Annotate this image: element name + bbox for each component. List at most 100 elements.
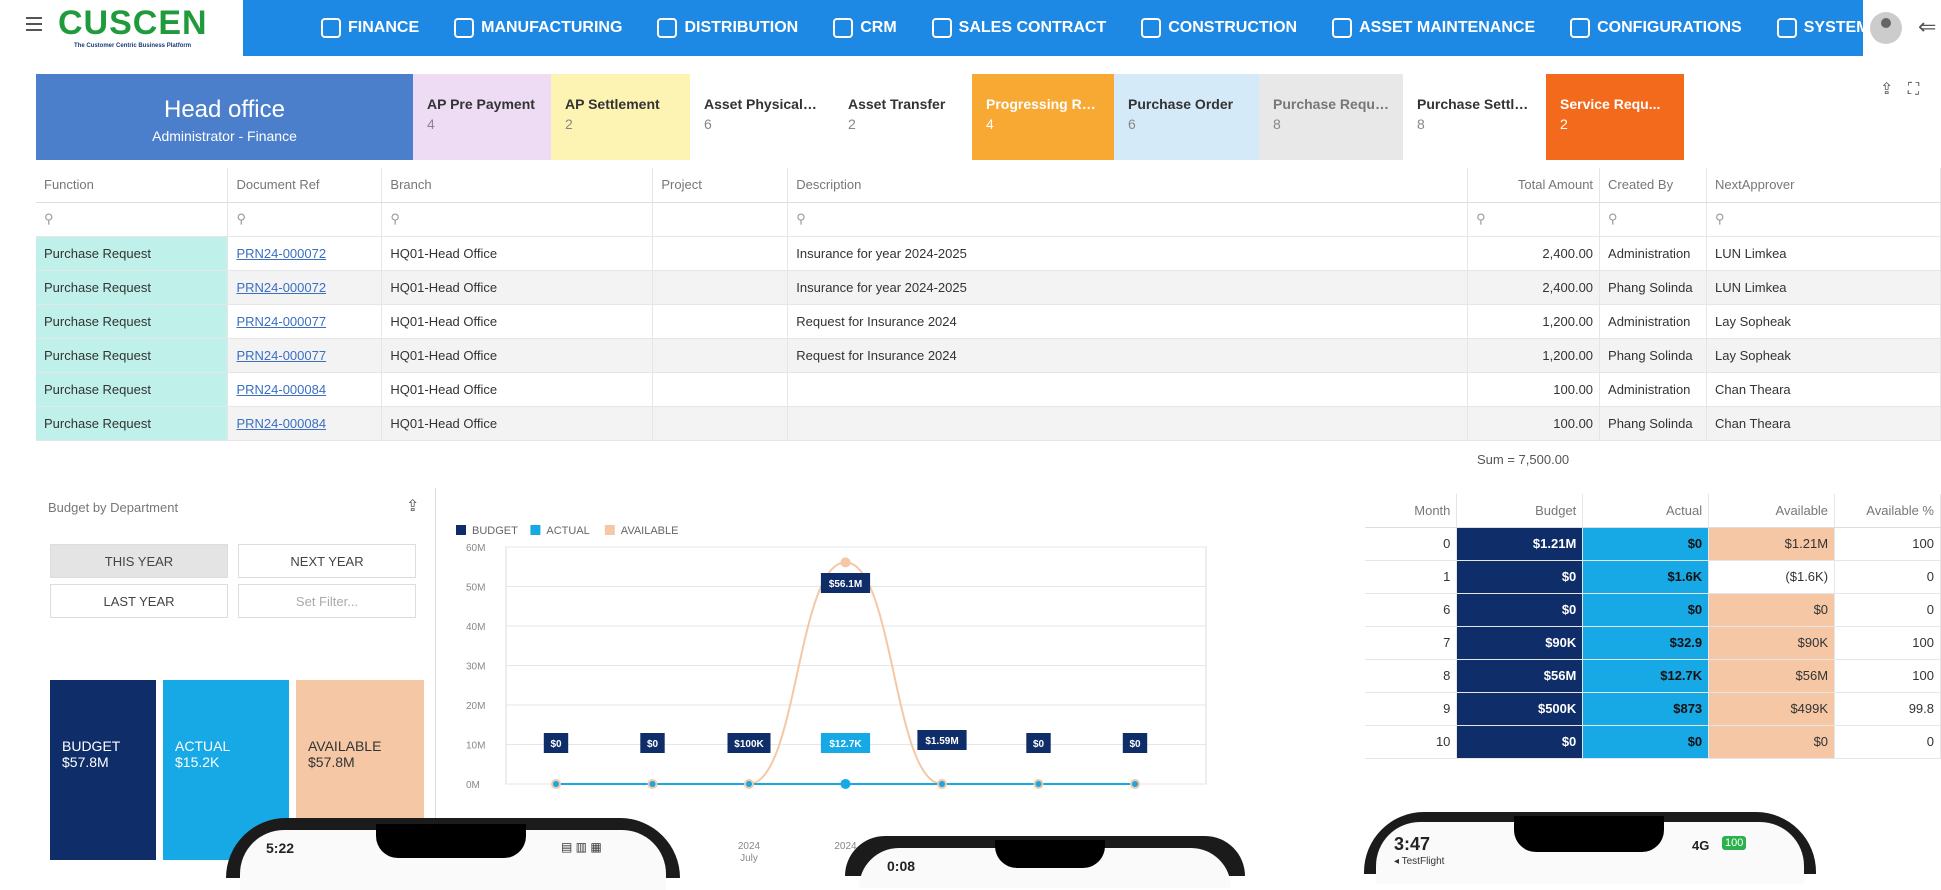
cell-nextapprover: LUN Limkea [1707, 236, 1941, 270]
document-link[interactable]: PRN24-000084 [236, 382, 326, 397]
month-row: 8$56M$12.7K$56M100 [1365, 659, 1941, 692]
month-col-budget[interactable]: Budget [1457, 494, 1583, 527]
distribution-icon [657, 18, 677, 38]
cell-created-by: Administration [1600, 304, 1707, 338]
user-avatar[interactable] [1870, 12, 1902, 44]
y-tick-label: 40M [466, 622, 485, 633]
table-row[interactable]: Purchase RequestPRN24-000077HQ01-Head Of… [36, 338, 1941, 372]
collapse-icon[interactable]: ⇐ [1918, 14, 1936, 40]
nav-finance[interactable]: FINANCE [321, 18, 419, 38]
tile-count: 8 [1417, 116, 1532, 132]
col-total-amount[interactable]: Total Amount [1468, 168, 1600, 202]
month-cell: $500K [1457, 692, 1583, 725]
month-col-available[interactable]: Available % [1835, 494, 1941, 527]
table-row[interactable]: Purchase RequestPRN24-000072HQ01-Head Of… [36, 236, 1941, 270]
nav-systems[interactable]: SYSTEMS [1777, 18, 1880, 38]
col-nextapprover[interactable]: NextApprover [1707, 168, 1941, 202]
asset-icon [1332, 18, 1352, 38]
month-cell: 6 [1365, 593, 1457, 626]
col-document-ref[interactable]: Document Ref [228, 168, 382, 202]
nav-asset-maintenance[interactable]: ASSET MAINTENANCE [1332, 18, 1535, 38]
month-cell: ($1.6K) [1709, 560, 1835, 593]
document-link[interactable]: PRN24-000084 [236, 416, 326, 431]
y-tick-label: 50M [466, 583, 485, 594]
app-logo[interactable]: CUSCENThe Customer Centric Business Plat… [58, 4, 238, 50]
share-icon[interactable]: ⇪ [1880, 81, 1893, 98]
filter-next-approver[interactable]: ⚲ [1707, 202, 1941, 236]
phone-left-status-icons: ▤ ▥ ▦ [561, 840, 602, 854]
data-label: $0 [1033, 739, 1045, 750]
nav-configurations[interactable]: CONFIGURATIONS [1570, 18, 1742, 38]
testflight-link[interactable]: ◂ TestFlight [1394, 856, 1444, 867]
tile-asset-transfer[interactable]: Asset Transfer2 [834, 74, 972, 160]
document-link[interactable]: PRN24-000077 [236, 348, 326, 363]
filter-function[interactable]: ⚲ [36, 202, 228, 236]
systems-icon [1777, 18, 1797, 38]
month-col-actual[interactable]: Actual [1583, 494, 1709, 527]
tile-purchase-order[interactable]: Purchase Order6 [1114, 74, 1259, 160]
next-year-button[interactable]: NEXT YEAR [238, 544, 416, 578]
filter-project[interactable] [653, 202, 788, 236]
tile-count: 4 [427, 116, 537, 132]
tile-asset-physical-co[interactable]: Asset Physical Co...6 [690, 74, 834, 160]
document-link[interactable]: PRN24-000077 [236, 314, 326, 329]
filter-row: ⚲ ⚲ ⚲ ⚲ ⚲ ⚲ ⚲ [36, 202, 1941, 236]
nav-manufacturing[interactable]: MANUFACTURING [454, 18, 622, 38]
this-year-button[interactable]: THIS YEAR [50, 544, 228, 578]
table-row[interactable]: Purchase RequestPRN24-000077HQ01-Head Of… [36, 304, 1941, 338]
budget-share-icon[interactable]: ⇪ [406, 496, 419, 516]
document-link[interactable]: PRN24-000072 [236, 246, 326, 261]
cell-branch: HQ01-Head Office [382, 406, 653, 440]
legend-swatch-budget [456, 525, 466, 535]
month-col-month[interactable]: Month [1365, 494, 1457, 527]
set-filter-input[interactable]: Set Filter... [238, 584, 416, 618]
filter-created-by[interactable]: ⚲ [1600, 202, 1707, 236]
filter-description[interactable]: ⚲ [788, 202, 1468, 236]
hamburger-menu-icon[interactable] [26, 17, 42, 31]
col-created-by[interactable]: Created By [1600, 168, 1707, 202]
y-tick-label: 0M [466, 780, 480, 791]
month-cell: $0 [1457, 593, 1583, 626]
month-cell: 10 [1365, 725, 1457, 758]
month-cell: $1.21M [1709, 527, 1835, 560]
month-cell: 1 [1365, 560, 1457, 593]
tile-service-requ[interactable]: Service Requ...2 [1546, 74, 1684, 160]
nav-label: FINANCE [348, 19, 419, 37]
tile-purchase-request[interactable]: Purchase Request8 [1259, 74, 1403, 160]
filter-total-amount[interactable]: ⚲ [1468, 202, 1600, 236]
month-cell: $56M [1709, 659, 1835, 692]
tile-purchase-settlem[interactable]: Purchase Settlem...8 [1403, 74, 1546, 160]
col-description[interactable]: Description [788, 168, 1468, 202]
expand-icon[interactable]: ⛶ [1908, 81, 1919, 98]
tiles-row: Head office Administrator - Finance AP P… [36, 74, 1936, 162]
tile-count: 2 [565, 116, 676, 132]
nav-construction[interactable]: CONSTRUCTION [1141, 18, 1297, 38]
month-cell: $32.9 [1583, 626, 1709, 659]
cell-description: Request for Insurance 2024 [788, 338, 1468, 372]
col-function[interactable]: Function [36, 168, 228, 202]
col-branch[interactable]: Branch [382, 168, 653, 202]
month-cell: 0 [1835, 593, 1941, 626]
filter-document-ref[interactable]: ⚲ [228, 202, 382, 236]
nav-distribution[interactable]: DISTRIBUTION [657, 18, 798, 38]
tile-progressing-result[interactable]: Progressing Result4 [972, 74, 1114, 160]
table-row[interactable]: Purchase RequestPRN24-000072HQ01-Head Of… [36, 270, 1941, 304]
last-year-button[interactable]: LAST YEAR [50, 584, 228, 618]
tile-ap-pre-payment[interactable]: AP Pre Payment4 [413, 74, 551, 160]
month-row: 7$90K$32.9$90K100 [1365, 626, 1941, 659]
month-col-available[interactable]: Available [1709, 494, 1835, 527]
nav-sales-contract[interactable]: SALES CONTRACT [932, 18, 1107, 38]
nav-crm[interactable]: CRM [833, 18, 896, 38]
data-label: $1.59M [925, 736, 958, 747]
col-project[interactable]: Project [653, 168, 788, 202]
tile-ap-settlement[interactable]: AP Settlement 2 [551, 74, 690, 160]
filter-branch[interactable]: ⚲ [382, 202, 653, 236]
home-tile[interactable]: Head office Administrator - Finance [36, 74, 413, 160]
table-row[interactable]: Purchase RequestPRN24-000084HQ01-Head Of… [36, 406, 1941, 440]
point-available [841, 557, 851, 567]
cell-function: Purchase Request [36, 372, 228, 406]
month-cell: $90K [1457, 626, 1583, 659]
table-row[interactable]: Purchase RequestPRN24-000084HQ01-Head Of… [36, 372, 1941, 406]
document-link[interactable]: PRN24-000072 [236, 280, 326, 295]
tile-label: AP Settlement [565, 96, 676, 112]
